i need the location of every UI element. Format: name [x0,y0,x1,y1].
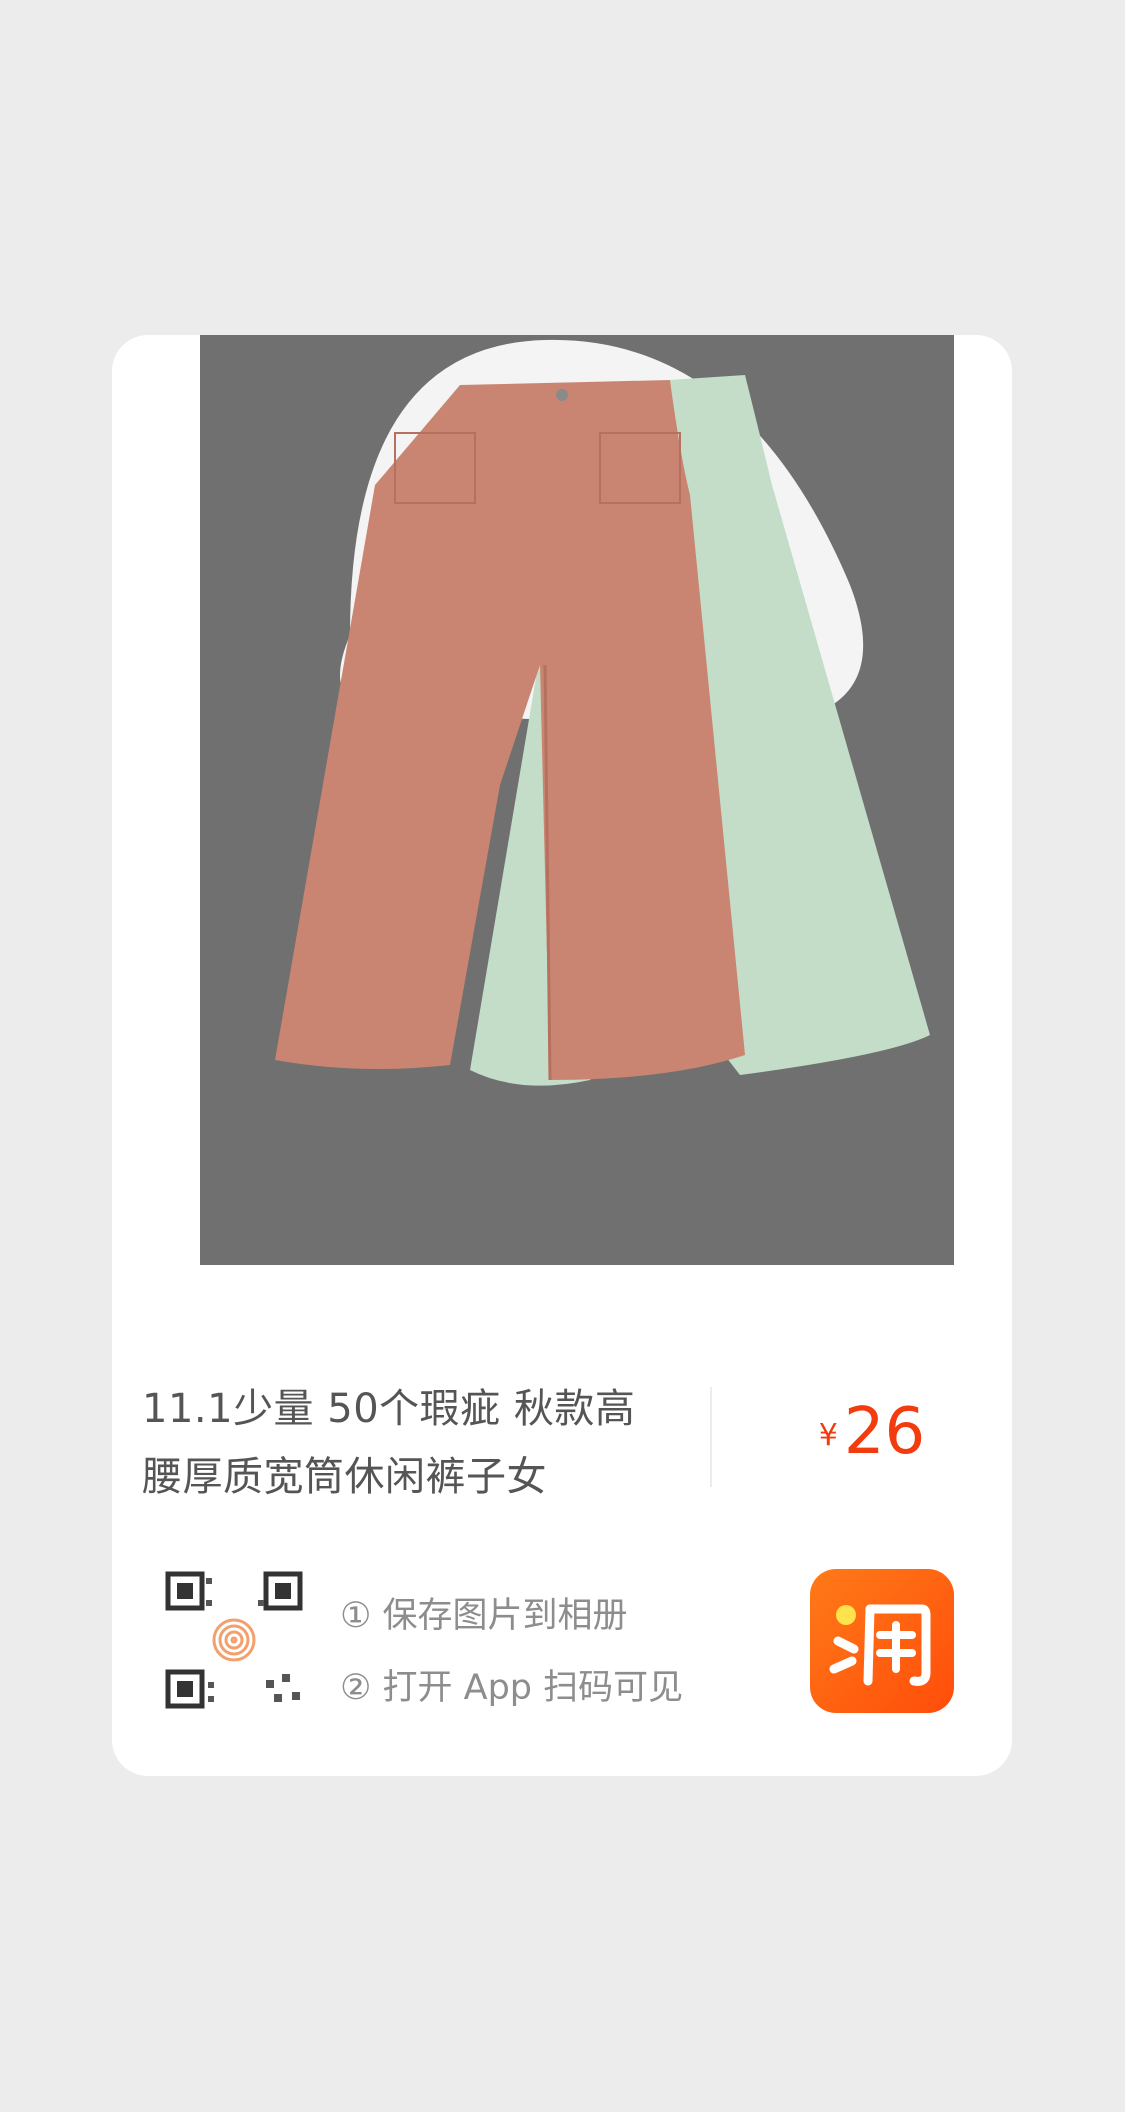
fingerprint-icon [212,1618,256,1662]
qr-code-icon [164,1570,304,1710]
instructions: ① 保存图片到相册 ② 打开 App 扫码可见 [340,1580,683,1724]
price: ¥ 26 [752,1395,992,1469]
product-title-line1: 11.1少量 50个瑕疵 秋款高 [142,1386,636,1432]
divider [710,1387,712,1487]
step-scan-code: ② 打开 App 扫码可见 [340,1668,684,1708]
taobao-app-icon[interactable] [810,1569,954,1713]
product-title-line2: 腰厚质宽筒休闲裤子女 [142,1454,547,1500]
step-save-image: ① 保存图片到相册 [340,1596,628,1636]
product-image[interactable] [200,335,954,1265]
price-value: 26 [843,1395,926,1469]
product-title: 11.1少量 50个瑕疵 秋款高 腰厚质宽筒休闲裤子女 [142,1375,682,1511]
share-card: 11.1少量 50个瑕疵 秋款高 腰厚质宽筒休闲裤子女 ¥ 26 ① 保存图片到… [112,335,1012,1776]
price-currency: ¥ [818,1418,838,1453]
